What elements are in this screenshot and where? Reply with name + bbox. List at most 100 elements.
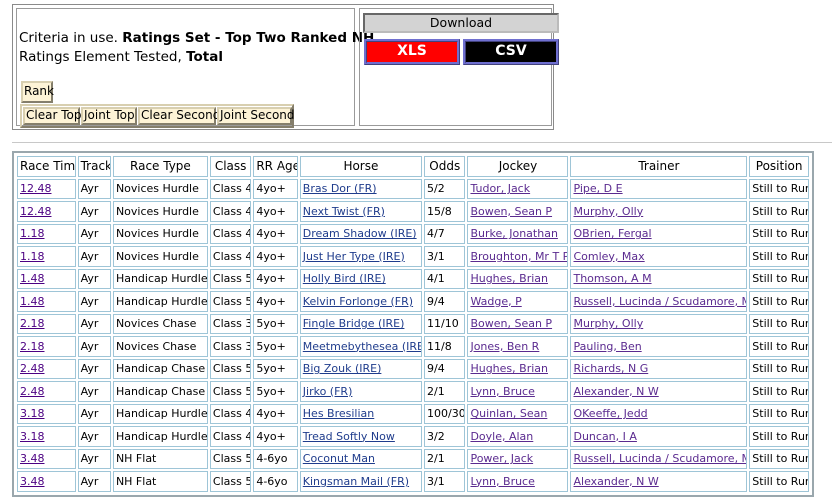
cell-odds: 3/1 [424, 246, 466, 267]
csv-download-button[interactable]: CSV [463, 39, 559, 65]
trainer-link[interactable]: Alexander, N W [573, 385, 658, 398]
trainer-link[interactable]: OKeeffe, Jedd [573, 407, 647, 420]
jockey-link[interactable]: Bowen, Sean P [470, 317, 552, 330]
cell-horse: Jirko (FR) [299, 381, 423, 402]
clear-second-button[interactable]: Clear Second [138, 107, 220, 125]
joint-top-button[interactable]: Joint Top [81, 107, 137, 125]
table-row: 2.48 Ayr Handicap Chase Class 5 5yo+ Jirko (F… [17, 381, 809, 402]
jockey-link[interactable]: Jones, Ben R [470, 340, 539, 353]
results-table-wrapper: Race TimeTrackRace TypeClassRR AgeHorseO… [12, 151, 814, 497]
cell-track: Ayr [77, 403, 111, 424]
cell-class: Class 4 [209, 178, 252, 199]
cell-track: Ayr [77, 448, 111, 469]
table-body: 12.48 Ayr Novices Hurdle Class 4 4yo+ Bras Do… [17, 178, 809, 492]
trainer-link[interactable]: Alexander, N W [573, 475, 658, 488]
horse-link[interactable]: Big Zouk (IRE) [303, 362, 382, 375]
jockey-link[interactable]: Bowen, Sean P [470, 205, 552, 218]
race-time-link[interactable]: 12.48 [20, 182, 52, 195]
jockey-link[interactable]: Burke, Jonathan [470, 227, 557, 240]
trainer-link[interactable]: Comley, Max [573, 250, 644, 263]
trainer-link[interactable]: Murphy, Olly [573, 317, 643, 330]
trainer-link[interactable]: Richards, N G [573, 362, 648, 375]
horse-link[interactable]: Just Her Type (IRE) [303, 250, 405, 263]
cell-race-time: 1.48 [17, 268, 76, 289]
jockey-link[interactable]: Doyle, Alan [470, 430, 533, 443]
jockey-link[interactable]: Broughton, Mr T P [470, 250, 567, 263]
horse-link[interactable]: Hes Bresilian [303, 407, 374, 420]
trainer-link[interactable]: OBrien, Fergal [573, 227, 651, 240]
trainer-link[interactable]: Russell, Lucinda / Scudamore, M [573, 295, 746, 308]
cell-track: Ayr [77, 223, 111, 244]
horse-link[interactable]: Meetmebythesea (IRE) [303, 340, 421, 353]
cell-horse: Big Zouk (IRE) [299, 358, 423, 379]
trainer-link[interactable]: Duncan, I A [573, 430, 636, 443]
cell-jockey: Hughes, Brian [467, 358, 569, 379]
race-time-link[interactable]: 2.48 [20, 362, 45, 375]
trainer-link[interactable]: Pipe, D E [573, 182, 622, 195]
race-time-link[interactable]: 2.18 [20, 340, 45, 353]
cell-jockey: Wadge, P [467, 291, 569, 312]
cell-position: Still to Run [749, 178, 809, 199]
horse-link[interactable]: Coconut Man [303, 452, 375, 465]
cell-odds: 9/4 [424, 291, 466, 312]
horse-link[interactable]: Next Twist (FR) [303, 205, 385, 218]
jockey-link[interactable]: Lynn, Bruce [470, 385, 534, 398]
race-time-link[interactable]: 3.48 [20, 475, 45, 488]
horse-link[interactable]: Fingle Bridge (IRE) [303, 317, 405, 330]
race-time-link[interactable]: 2.48 [20, 385, 45, 398]
jockey-link[interactable]: Hughes, Brian [470, 362, 548, 375]
jockey-link[interactable]: Hughes, Brian [470, 272, 548, 285]
horse-link[interactable]: Holly Bird (IRE) [303, 272, 386, 285]
jockey-link[interactable]: Power, Jack [470, 452, 533, 465]
cell-race-time: 3.18 [17, 403, 76, 424]
trainer-link[interactable]: Thomson, A M [573, 272, 651, 285]
cell-odds: 3/2 [424, 426, 466, 447]
cell-race-type: Handicap Chase [112, 381, 208, 402]
race-time-link[interactable]: 12.48 [20, 205, 52, 218]
clear-top-button[interactable]: Clear Top [23, 107, 81, 125]
trainer-link[interactable]: Murphy, Olly [573, 205, 643, 218]
cell-horse: Hes Bresilian [299, 403, 423, 424]
trainer-link[interactable]: Russell, Lucinda / Scudamore, M [573, 452, 746, 465]
race-time-link[interactable]: 3.18 [20, 407, 45, 420]
cell-race-type: Handicap Hurdle [112, 403, 208, 424]
separator [12, 142, 832, 143]
cell-trainer: Thomson, A M [570, 268, 748, 289]
cell-race-type: Novices Hurdle [112, 178, 208, 199]
race-time-link[interactable]: 1.18 [20, 250, 45, 263]
horse-link[interactable]: Dream Shadow (IRE) [303, 227, 417, 240]
cell-class: Class 3 [209, 336, 252, 357]
jockey-link[interactable]: Quinlan, Sean [470, 407, 547, 420]
cell-jockey: Broughton, Mr T P [467, 246, 569, 267]
jockey-link[interactable]: Tudor, Jack [470, 182, 530, 195]
horse-link[interactable]: Kelvin Forlonge (FR) [303, 295, 413, 308]
cell-class: Class 4 [209, 223, 252, 244]
horse-link[interactable]: Jirko (FR) [303, 385, 353, 398]
cell-position: Still to Run [749, 426, 809, 447]
horse-link[interactable]: Tread Softly Now [303, 430, 395, 443]
race-time-link[interactable]: 3.48 [20, 452, 45, 465]
horse-link[interactable]: Bras Dor (FR) [303, 182, 377, 195]
cell-jockey: Hughes, Brian [467, 268, 569, 289]
joint-second-button[interactable]: Joint Second [217, 107, 295, 125]
jockey-link[interactable]: Lynn, Bruce [470, 475, 534, 488]
trainer-link[interactable]: Pauling, Ben [573, 340, 641, 353]
race-time-link[interactable]: 1.48 [20, 272, 45, 285]
race-time-link[interactable]: 2.18 [20, 317, 45, 330]
cell-trainer: Alexander, N W [570, 381, 748, 402]
horse-link[interactable]: Kingsman Mail (FR) [303, 475, 409, 488]
race-time-link[interactable]: 1.48 [20, 295, 45, 308]
cell-race-time: 2.48 [17, 358, 76, 379]
race-time-link[interactable]: 3.18 [20, 430, 45, 443]
rank-button[interactable]: Rank [21, 81, 54, 103]
cell-jockey: Lynn, Bruce [467, 471, 569, 492]
cell-race-type: Novices Chase [112, 336, 208, 357]
jockey-link[interactable]: Wadge, P [470, 295, 521, 308]
race-time-link[interactable]: 1.18 [20, 227, 45, 240]
cell-race-type: Novices Hurdle [112, 223, 208, 244]
cell-race-time: 1.48 [17, 291, 76, 312]
xls-download-button[interactable]: XLS [364, 39, 460, 65]
table-row: 12.48 Ayr Novices Hurdle Class 4 4yo+ Bras Do… [17, 178, 809, 199]
cell-track: Ayr [77, 268, 111, 289]
cell-race-type: Handicap Hurdle [112, 268, 208, 289]
